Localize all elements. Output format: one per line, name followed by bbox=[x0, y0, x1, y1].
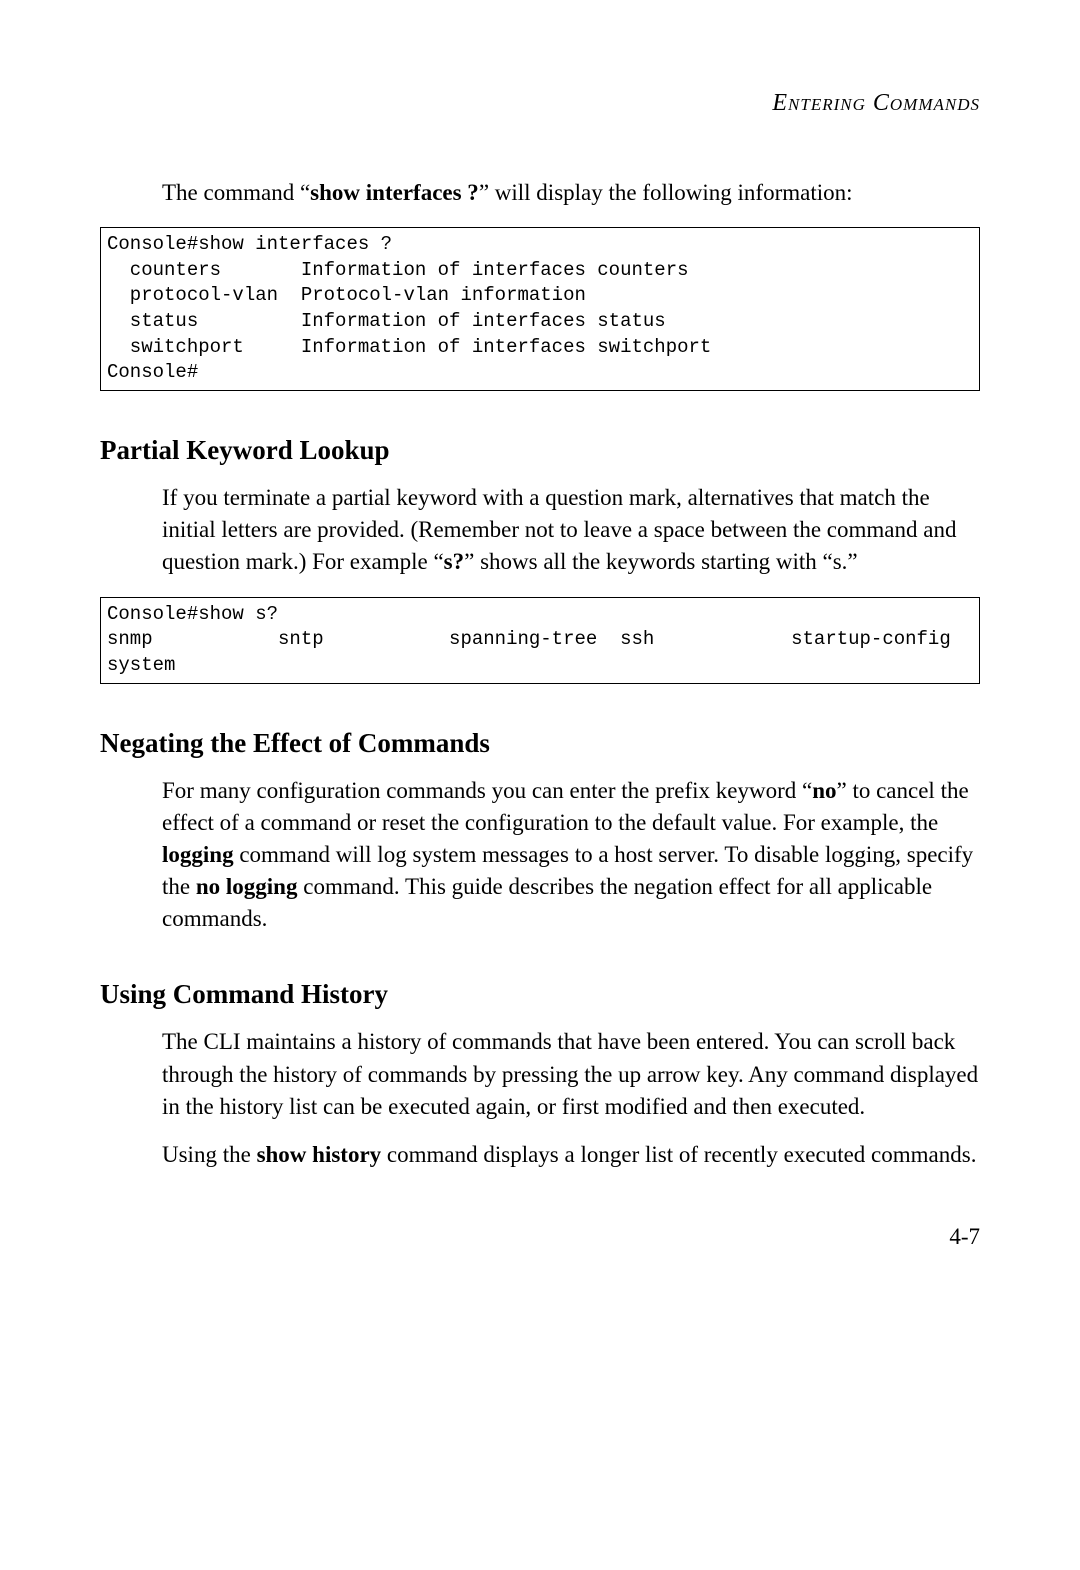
code-block-interfaces: Console#show interfaces ? counters Infor… bbox=[100, 227, 980, 391]
history-paragraph-1: The CLI maintains a history of commands … bbox=[162, 1026, 980, 1123]
partial-example: s? bbox=[444, 549, 464, 574]
intro-paragraph: The command “show interfaces ?” will dis… bbox=[162, 177, 980, 209]
neg-logging: logging bbox=[162, 842, 234, 867]
intro-text-post: ” will display the following information… bbox=[479, 180, 853, 205]
code-block-s-keywords: Console#show s? snmp sntp spanning-tree … bbox=[100, 597, 980, 684]
running-header: Entering Commands bbox=[100, 90, 980, 117]
partial-paragraph: If you terminate a partial keyword with … bbox=[162, 482, 980, 579]
hist-show-history: show history bbox=[257, 1142, 382, 1167]
negating-paragraph: For many configuration commands you can … bbox=[162, 775, 980, 936]
heading-partial-keyword: Partial Keyword Lookup bbox=[100, 435, 980, 466]
heading-history: Using Command History bbox=[100, 979, 980, 1010]
intro-command: show interfaces ? bbox=[310, 180, 479, 205]
hist-text-c: command displays a longer list of recent… bbox=[381, 1142, 976, 1167]
page-number: 4-7 bbox=[949, 1224, 980, 1250]
neg-no-logging: no logging bbox=[196, 874, 298, 899]
heading-negating: Negating the Effect of Commands bbox=[100, 728, 980, 759]
neg-text-a: For many configuration commands you can … bbox=[162, 778, 812, 803]
intro-text-pre: The command “ bbox=[162, 180, 310, 205]
history-paragraph-2: Using the show history command displays … bbox=[162, 1139, 980, 1171]
hist-text-a: Using the bbox=[162, 1142, 257, 1167]
neg-no-keyword: no bbox=[812, 778, 836, 803]
page: Entering Commands The command “show inte… bbox=[0, 0, 1080, 1570]
partial-text-c: ” shows all the keywords starting with “… bbox=[464, 549, 857, 574]
